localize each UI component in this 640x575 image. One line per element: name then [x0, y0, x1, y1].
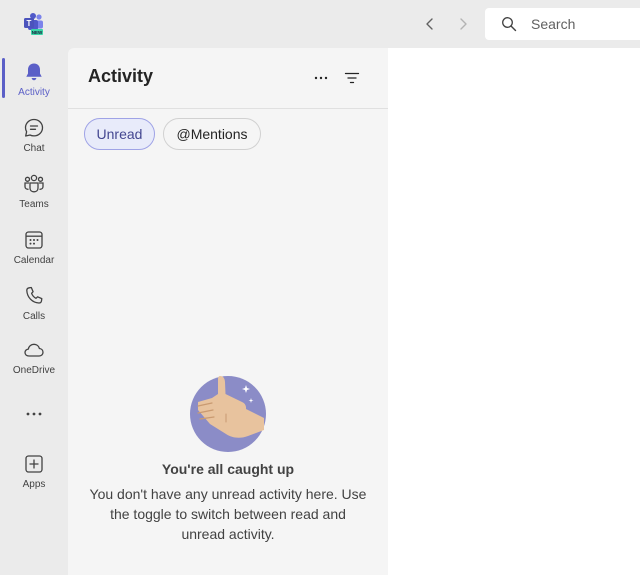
thumbs-up-illustration [188, 374, 268, 454]
search-box[interactable] [485, 8, 640, 40]
rail-label: Chat [23, 143, 45, 154]
chevron-left-icon [426, 18, 433, 30]
app-rail: Activity Chat Teams Calendar Calls OneDr… [0, 48, 68, 575]
cloud-icon [22, 338, 46, 362]
rail-item-calls[interactable]: Calls [0, 276, 68, 328]
activity-header: Activity [68, 48, 388, 109]
calendar-icon [22, 228, 46, 252]
chat-icon [22, 116, 46, 140]
rail-label: Activity [18, 87, 50, 98]
filter-button[interactable] [340, 66, 364, 90]
bell-icon [22, 60, 46, 84]
more-horizontal-icon [22, 402, 46, 426]
forward-button[interactable] [451, 12, 475, 36]
teams-icon [22, 172, 46, 196]
rail-label: Apps [22, 479, 46, 490]
rail-item-chat[interactable]: Chat [0, 108, 68, 160]
rail-item-activity[interactable]: Activity [0, 52, 68, 104]
rail-label: Calendar [13, 255, 55, 266]
back-button[interactable] [418, 12, 442, 36]
teams-logo-icon: T NEW [22, 12, 46, 36]
mentions-filter-chip[interactable]: @Mentions [163, 118, 261, 150]
svg-text:T: T [27, 19, 32, 28]
rail-item-onedrive[interactable]: OneDrive [0, 330, 68, 382]
rail-more-apps-button[interactable] [0, 394, 68, 426]
more-horizontal-icon [314, 76, 328, 80]
rail-item-teams[interactable]: Teams [0, 164, 68, 216]
search-icon [502, 17, 517, 32]
empty-state-description: You don't have any unread activity here.… [89, 486, 367, 542]
rail-item-apps[interactable]: Apps [0, 444, 68, 496]
add-app-icon [22, 452, 46, 476]
more-options-button[interactable] [309, 66, 333, 90]
rail-label: Teams [19, 199, 49, 210]
rail-item-calendar[interactable]: Calendar [0, 220, 68, 272]
empty-state-title: You're all caught up [161, 461, 295, 477]
rail-label: Calls [22, 311, 46, 322]
main-content [388, 48, 640, 575]
phone-icon [22, 284, 46, 308]
active-indicator [2, 58, 5, 98]
new-badge: NEW [32, 30, 43, 35]
unread-filter-chip[interactable]: Unread [84, 118, 155, 150]
activity-pane: Activity Unread @Mentions You're all cau… [68, 48, 388, 575]
rail-label: OneDrive [12, 365, 56, 376]
search-input[interactable] [531, 16, 640, 32]
title-bar: T NEW [0, 0, 640, 48]
filter-icon [344, 72, 360, 84]
chevron-right-icon [460, 18, 467, 30]
page-title: Activity [88, 66, 154, 86]
